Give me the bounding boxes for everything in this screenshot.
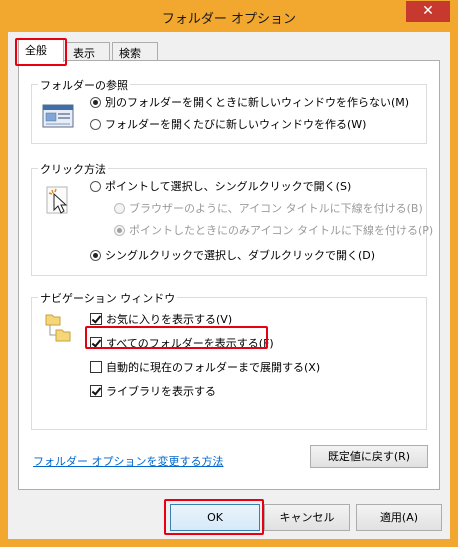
checkbox-show-favorites[interactable] [90,313,102,325]
checkbox-auto-expand[interactable] [90,361,102,373]
option-same-window-label: 別のフォルダーを開くときに新しいウィンドウを作らない(M) [105,96,410,109]
option-show-libraries-label: ライブラリを表示する [106,385,216,398]
general-tab-panel: フォルダーの参照 別のフォルダーを開くときに新しいウィンドウを作らない(M) フ… [18,60,440,490]
pointer-click-icon [44,184,72,221]
option-auto-expand-label: 自動的に現在のフォルダーまで展開する(X) [106,361,321,374]
option-underline-browser-label: ブラウザーのように、アイコン タイトルに下線を付ける(B) [129,202,423,215]
option-underline-point[interactable]: ポイントしたときにのみアイコン タイトルに下線を付ける(P) [114,222,433,238]
dialog-body: 全般 表示 検索 フォルダーの参照 別のフォルダーを開くときに新しいウィンドウを… [8,32,450,539]
option-new-window-label: フォルダーを開くたびに新しいウィンドウを作る(W) [105,118,367,131]
tab-view[interactable]: 表示 [66,42,110,61]
option-new-window[interactable]: フォルダーを開くたびに新しいウィンドウを作る(W) [90,116,366,132]
option-auto-expand[interactable]: 自動的に現在のフォルダーまで展開する(X) [90,359,320,375]
radio-underline-point[interactable] [114,224,125,236]
option-underline-browser[interactable]: ブラウザーのように、アイコン タイトルに下線を付ける(B) [114,200,423,216]
cancel-button[interactable]: キャンセル [264,504,350,531]
option-show-libraries[interactable]: ライブラリを表示する [90,383,216,399]
radio-new-window[interactable] [90,118,101,130]
option-double-click[interactable]: シングルクリックで選択し、ダブルクリックで開く(D) [90,247,375,263]
radio-double-click[interactable] [90,249,101,261]
title-bar[interactable]: フォルダー オプション ✕ [0,0,458,32]
option-underline-point-label: ポイントしたときにのみアイコン タイトルに下線を付ける(P) [129,224,434,237]
navigation-pane-title: ナビゲーション ウィンドウ [38,290,178,306]
option-single-click[interactable]: ポイントして選択し、シングルクリックで開く(S) [90,178,351,194]
tab-search[interactable]: 検索 [112,42,158,61]
browse-folders-title: フォルダーの参照 [38,77,130,93]
radio-single-click[interactable] [90,180,101,192]
navigation-pane-group: ナビゲーション ウィンドウ お気に入りを表示する(V) すべてのフォルダーを表示… [31,290,427,430]
radio-same-window[interactable] [90,96,101,108]
browse-folders-group: フォルダーの参照 別のフォルダーを開くときに新しいウィンドウを作らない(M) フ… [31,77,427,144]
option-single-click-label: ポイントして選択し、シングルクリックで開く(S) [105,180,352,193]
tab-general[interactable]: 全般 [18,39,64,62]
help-link[interactable]: フォルダー オプションを変更する方法 [33,453,224,469]
window-title: フォルダー オプション [161,12,297,27]
folder-options-window: フォルダー オプション ✕ 全般 表示 検索 フォルダーの参照 別のフォルダーを… [0,0,458,547]
option-double-click-label: シングルクリックで選択し、ダブルクリックで開く(D) [105,249,376,262]
click-method-group: クリック方法 ポイントして選択し、シングルクリックで開く(S) ブラウザーのよう… [31,161,433,276]
option-show-favorites[interactable]: お気に入りを表示する(V) [90,311,232,327]
click-method-title: クリック方法 [38,161,108,177]
restore-defaults-button[interactable]: 既定値に戻す(R) [310,445,428,468]
option-show-all-folders-label: すべてのフォルダーを表示する(F) [106,337,274,350]
close-button[interactable]: ✕ [406,1,450,22]
apply-button[interactable]: 適用(A) [356,504,442,531]
ok-button[interactable]: OK [170,504,260,531]
folder-tree-icon [44,312,74,349]
tab-general-label: 全般 [25,44,47,57]
checkbox-show-all-folders[interactable] [90,337,102,349]
option-show-favorites-label: お気に入りを表示する(V) [106,313,233,326]
radio-underline-browser[interactable] [114,202,125,214]
option-show-all-folders[interactable]: すべてのフォルダーを表示する(F) [90,335,274,351]
window-icon [42,103,74,132]
tab-view-label: 表示 [73,47,95,60]
option-same-window[interactable]: 別のフォルダーを開くときに新しいウィンドウを作らない(M) [90,94,409,110]
checkbox-show-libraries[interactable] [90,385,102,397]
tab-search-label: 検索 [119,47,141,60]
